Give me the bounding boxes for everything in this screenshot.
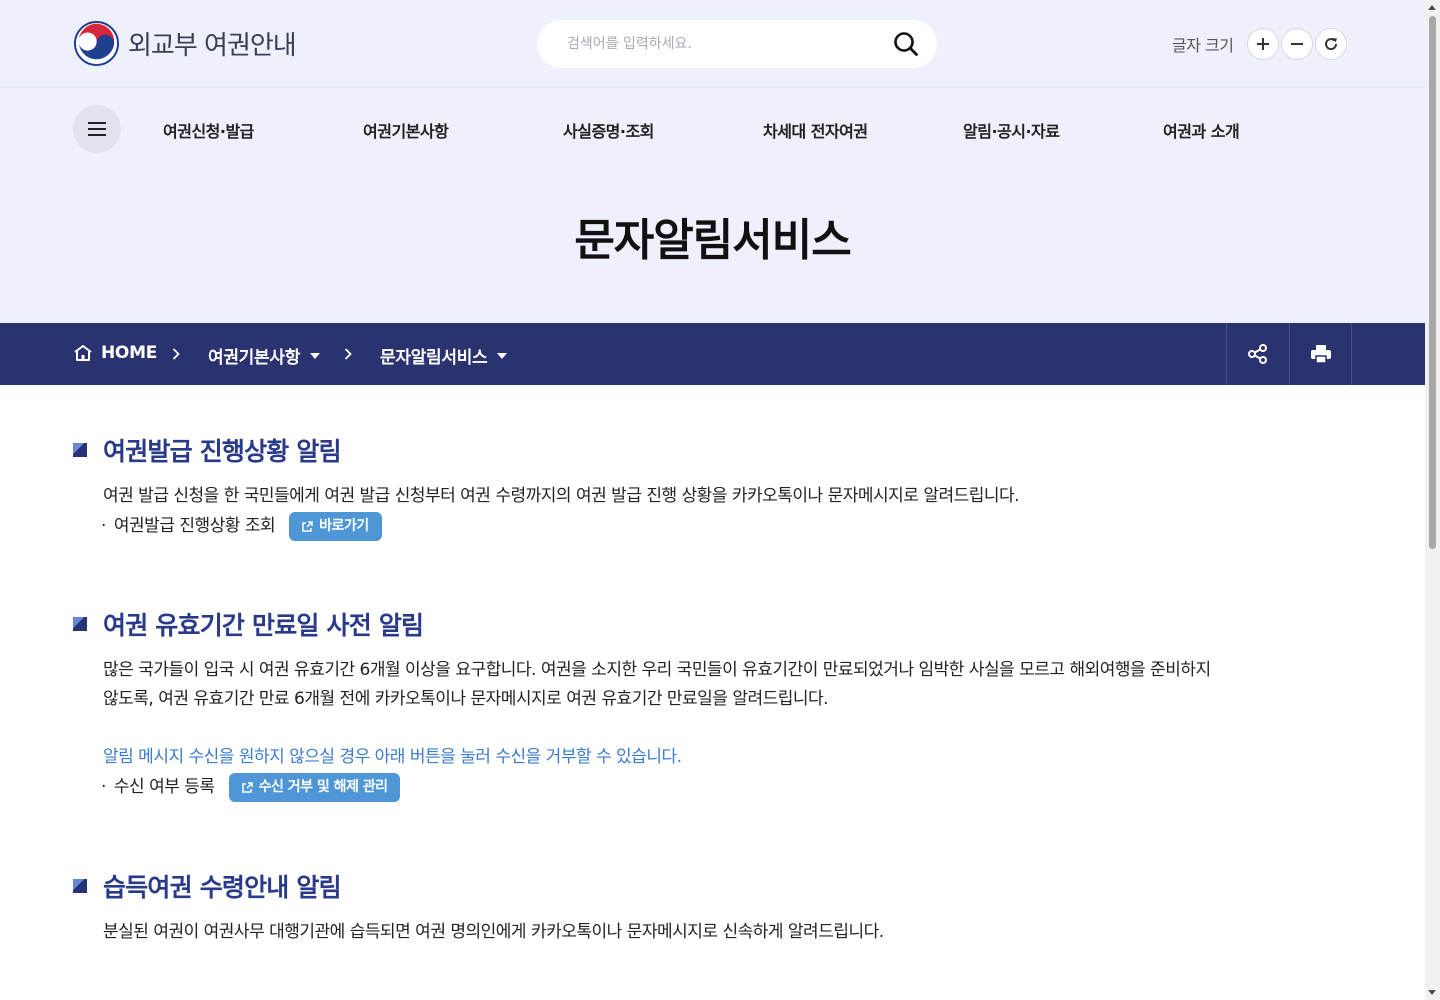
bullet-label: 수신 여부 등록 [113, 777, 215, 797]
breadcrumb-level2-label: 문자알림서비스 [380, 348, 488, 368]
page-title: 문자알림서비스 [574, 215, 851, 266]
button-label: 수신 거부 및 해제 관리 [258, 779, 388, 795]
font-reset-button[interactable] [1315, 28, 1348, 60]
section-title: 습득여권 수령안내 알림 [103, 873, 342, 902]
dot-bullet: · [101, 777, 106, 797]
logo[interactable]: 외교부 여권안내 [73, 20, 297, 67]
go-to-status-button[interactable]: 바로가기 [289, 512, 382, 541]
plus-icon [1257, 38, 1270, 50]
hamburger-icon [88, 122, 106, 136]
hamburger-menu-button[interactable] [73, 105, 121, 153]
section-heading: 습득여권 수령안내 알림 [73, 868, 884, 904]
breadcrumb-home[interactable]: HOME [73, 343, 157, 363]
chevron-right-icon [169, 345, 183, 363]
search-input[interactable] [567, 36, 891, 52]
logo-text: 외교부 여권안내 [128, 31, 297, 61]
nav-item-about[interactable]: 여권과 소개 [1163, 118, 1240, 142]
font-size-label: 글자 크기 [1172, 36, 1234, 55]
breadcrumb-level1[interactable]: 여권기본사항 [208, 343, 321, 368]
section-heading: 여권 유효기간 만료일 사전 알림 [73, 606, 1211, 642]
section-issuance-status: 여권발급 진행상황 알림 여권 발급 신청을 한 국민들에게 여권 발급 신청부… [73, 432, 1020, 541]
scrollbar[interactable] [1425, 0, 1440, 1000]
scroll-thumb[interactable] [1429, 16, 1436, 549]
button-label: 바로가기 [319, 518, 369, 534]
section-body: 분실된 여권이 여권사무 대행기관에 습득되면 여권 명의인에게 카카오톡이나 … [103, 918, 884, 947]
dot-bullet: · [101, 516, 106, 536]
minus-icon [1291, 43, 1304, 45]
font-decrease-button[interactable] [1281, 28, 1314, 60]
header-area: 외교부 여권안내 글자 크기 여권신청·발급 여권기본사항 사실 [0, 0, 1425, 323]
external-link-icon [241, 781, 253, 793]
section-description-line1: 많은 국가들이 입국 시 여권 유효기간 6개월 이상을 요구합니다. 여권을 … [103, 660, 1211, 680]
opt-out-notice: 알림 메시지 수신을 원하지 않으실 경우 아래 버튼을 눌러 수신을 거부할 … [103, 747, 682, 767]
share-icon [1248, 344, 1267, 364]
search-icon[interactable] [891, 29, 921, 59]
section-heading: 여권발급 진행상황 알림 [73, 432, 1019, 468]
breadcrumb: HOME 여권기본사항 문자알림서비스 [0, 323, 1425, 385]
caret-down-icon [310, 352, 321, 359]
taegeuk-logo-icon [73, 20, 120, 67]
section-title: 여권 유효기간 만료일 사전 알림 [103, 611, 424, 640]
header-top: 외교부 여권안내 글자 크기 [0, 0, 1425, 88]
caret-down-icon [497, 352, 508, 359]
font-increase-button[interactable] [1247, 28, 1280, 60]
print-button[interactable] [1289, 323, 1352, 385]
section-body: 여권 발급 신청을 한 국민들에게 여권 발급 신청부터 여권 수령까지의 여권… [101, 482, 1020, 541]
bullet-row: · 여권발급 진행상황 조회 바로가기 [101, 512, 1019, 541]
home-icon [74, 345, 92, 361]
nav-item-certification[interactable]: 사실증명·조회 [563, 118, 654, 142]
font-size-control: 글자 크기 [1172, 28, 1348, 60]
nav-item-next-gen-passport[interactable]: 차세대 전자여권 [763, 118, 868, 142]
scroll-down-icon[interactable] [1428, 990, 1436, 995]
bullet-row: · 수신 여부 등록 수신 거부 및 해제 관리 [101, 773, 1211, 802]
section-found-passport: 습득여권 수령안내 알림 분실된 여권이 여권사무 대행기관에 습득되면 여권 … [73, 868, 884, 947]
breadcrumb-level2[interactable]: 문자알림서비스 [380, 343, 508, 368]
nav-item-notices[interactable]: 알림·공시·자료 [963, 118, 1060, 142]
section-description: 여권 발급 신청을 한 국민들에게 여권 발급 신청부터 여권 수령까지의 여권… [103, 486, 1020, 506]
search-box [537, 20, 937, 68]
breadcrumb-home-label: HOME [101, 343, 158, 363]
section-description: 분실된 여권이 여권사무 대행기관에 습득되면 여권 명의인에게 카카오톡이나 … [103, 922, 884, 942]
chevron-right-icon [341, 345, 355, 363]
section-title: 여권발급 진행상황 알림 [103, 437, 342, 466]
refresh-icon [1325, 38, 1338, 51]
external-link-icon [302, 520, 313, 532]
print-icon [1310, 345, 1331, 364]
scroll-up-icon[interactable] [1428, 5, 1436, 10]
square-bullet-icon [73, 617, 87, 631]
square-bullet-icon [73, 879, 87, 893]
main-navigation: 여권신청·발급 여권기본사항 사실증명·조회 차세대 전자여권 알림·공시·자료… [0, 88, 1425, 170]
section-description-line2: 않도록, 여권 유효기간 만료 6개월 전에 카카오톡이나 문자메시지로 여권 … [103, 689, 829, 709]
square-bullet-icon [73, 443, 87, 457]
section-body: 많은 국가들이 입국 시 여권 유효기간 6개월 이상을 요구합니다. 여권을 … [101, 656, 1211, 802]
section-expiry-notice: 여권 유효기간 만료일 사전 알림 많은 국가들이 입국 시 여권 유효기간 6… [73, 606, 1211, 802]
bullet-label: 여권발급 진행상황 조회 [113, 516, 276, 536]
breadcrumb-level1-label: 여권기본사항 [208, 348, 301, 368]
opt-out-manage-button[interactable]: 수신 거부 및 해제 관리 [228, 773, 401, 802]
nav-item-passport-application[interactable]: 여권신청·발급 [163, 118, 254, 142]
nav-item-passport-basics[interactable]: 여권기본사항 [363, 118, 449, 142]
share-button[interactable] [1226, 323, 1289, 385]
